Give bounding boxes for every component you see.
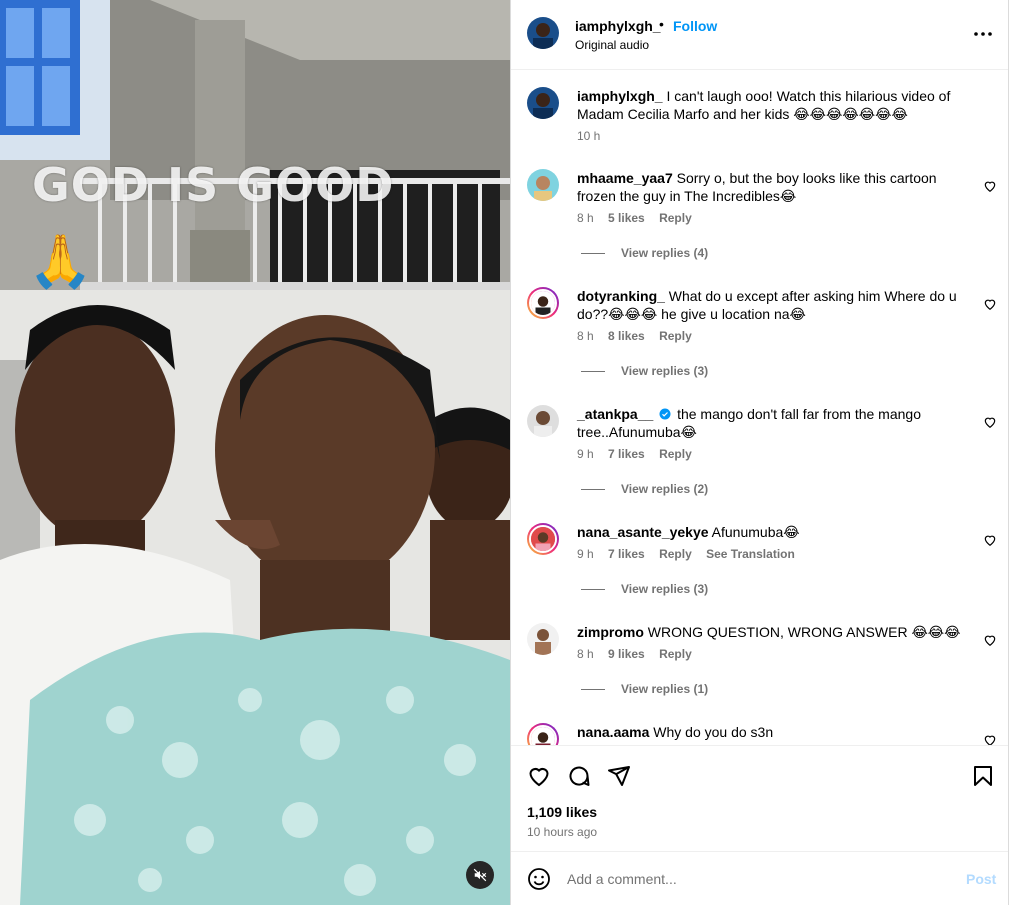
divider-line: [581, 488, 605, 490]
avatar[interactable]: [527, 405, 559, 437]
avatar[interactable]: [527, 87, 559, 119]
comments-list[interactable]: iamphylxgh_ I can't laugh ooo! Watch thi…: [511, 71, 1008, 745]
video-overlay-text: GOD IS GOOD: [32, 158, 395, 212]
follow-button[interactable]: Follow: [673, 18, 717, 34]
view-replies-button[interactable]: View replies (4): [581, 246, 708, 260]
smiley-icon[interactable]: [527, 867, 551, 891]
comment-meta: 8 h 8 likes Reply: [577, 329, 703, 343]
separator-dot: •: [659, 16, 664, 32]
comment-text: dotyranking_ What do u except after aski…: [577, 287, 962, 323]
reply-button[interactable]: Reply: [659, 447, 692, 461]
caption-username[interactable]: iamphylxgh_: [577, 88, 663, 104]
divider-line: [581, 688, 605, 690]
divider-line: [581, 252, 605, 254]
post-timestamp[interactable]: 10 hours ago: [527, 825, 597, 839]
more-horizontal-icon[interactable]: [971, 22, 995, 46]
comment-meta: 8 h 9 likes Reply: [577, 647, 703, 661]
divider-line: [581, 370, 605, 372]
caption-time: 10 h: [577, 129, 601, 143]
post-details-panel: iamphylxgh_ • Follow Original audio iamp…: [510, 0, 1009, 905]
comment-body: Why do you do s3n: [653, 724, 774, 740]
comment-body: WRONG QUESTION, WRONG ANSWER 😂😂😂: [647, 624, 961, 640]
mute-button[interactable]: [466, 861, 494, 889]
post-media[interactable]: GOD IS GOOD 🙏: [0, 0, 510, 905]
comment-username[interactable]: mhaame_yaa7: [577, 170, 673, 186]
comment-username[interactable]: _atankpa__: [577, 406, 653, 422]
view-replies-button[interactable]: View replies (2): [581, 482, 708, 496]
comment-meta: 9 h 7 likes Reply: [577, 447, 703, 461]
view-replies-label: View replies (1): [621, 682, 709, 696]
heart-icon[interactable]: [527, 764, 551, 788]
avatar-with-story-ring[interactable]: [527, 287, 559, 319]
post-actions: 1,109 likes 10 hours ago: [511, 745, 1008, 850]
view-replies-label: View replies (2): [621, 482, 709, 496]
view-replies-button[interactable]: View replies (3): [581, 364, 708, 378]
comment-meta: 9 h 7 likes Reply See Translation: [577, 547, 806, 561]
heart-icon[interactable]: [983, 533, 997, 547]
avatar-with-story-ring[interactable]: [527, 523, 559, 555]
heart-icon[interactable]: [983, 633, 997, 647]
comment-meta: 8 h 5 likes Reply: [577, 211, 703, 225]
comment-username[interactable]: nana_asante_yekye: [577, 524, 709, 540]
comment-likes[interactable]: 9 likes: [608, 647, 645, 661]
comment-icon[interactable]: [567, 764, 591, 788]
comment-text: mhaame_yaa7 Sorry o, but the boy looks l…: [577, 169, 962, 205]
comment-likes[interactable]: 5 likes: [608, 211, 645, 225]
reply-button[interactable]: Reply: [659, 547, 692, 561]
comment-text: _atankpa__ the mango don't fall far from…: [577, 405, 962, 441]
share-icon[interactable]: [607, 764, 631, 788]
comment-time: 8 h: [577, 647, 594, 661]
speaker-muted-icon: [473, 868, 487, 882]
divider-line: [581, 588, 605, 590]
view-replies-button[interactable]: View replies (1): [581, 682, 708, 696]
view-replies-button[interactable]: View replies (3): [581, 582, 708, 596]
comment-time: 9 h: [577, 547, 594, 561]
comment-likes[interactable]: 8 likes: [608, 329, 645, 343]
view-replies-label: View replies (4): [621, 246, 709, 260]
heart-icon[interactable]: [983, 733, 997, 745]
comment-username[interactable]: dotyranking_: [577, 288, 665, 304]
comment-time: 8 h: [577, 329, 594, 343]
comment-text: nana_asante_yekye Afunumuba😂: [577, 523, 962, 541]
likes-count[interactable]: 1,109 likes: [527, 804, 597, 820]
praying-hands-emoji: 🙏: [28, 233, 93, 291]
audio-link[interactable]: Original audio: [575, 38, 649, 52]
comment-input[interactable]: [567, 866, 947, 892]
comment-text: zimpromo WRONG QUESTION, WRONG ANSWER 😂😂…: [577, 623, 962, 641]
view-replies-label: View replies (3): [621, 582, 709, 596]
video-frame: [0, 0, 510, 905]
add-comment-bar: Post: [511, 851, 1008, 905]
avatar[interactable]: [527, 623, 559, 655]
see-translation-button[interactable]: See Translation: [706, 547, 795, 561]
heart-icon[interactable]: [983, 415, 997, 429]
comment-text: nana.aama Why do you do s3n: [577, 723, 962, 741]
avatar[interactable]: [527, 169, 559, 201]
comment-body: Afunumuba😂: [711, 524, 800, 540]
post-header: iamphylxgh_ • Follow Original audio: [511, 0, 1008, 70]
reply-button[interactable]: Reply: [659, 647, 692, 661]
comment-likes[interactable]: 7 likes: [608, 547, 645, 561]
avatar[interactable]: [527, 17, 559, 49]
caption-meta: 10 h: [577, 129, 611, 143]
view-replies-label: View replies (3): [621, 364, 709, 378]
comment-time: 9 h: [577, 447, 594, 461]
author-username[interactable]: iamphylxgh_: [575, 18, 661, 34]
caption-text: iamphylxgh_ I can't laugh ooo! Watch thi…: [577, 87, 962, 123]
heart-icon[interactable]: [983, 179, 997, 193]
verified-badge-icon: [659, 408, 671, 420]
comment-likes[interactable]: 7 likes: [608, 447, 645, 461]
comment-username[interactable]: zimpromo: [577, 624, 644, 640]
reply-button[interactable]: Reply: [659, 211, 692, 225]
comment-time: 8 h: [577, 211, 594, 225]
reply-button[interactable]: Reply: [659, 329, 692, 343]
post-button[interactable]: Post: [966, 871, 996, 887]
comment-username[interactable]: nana.aama: [577, 724, 649, 740]
avatar-with-story-ring[interactable]: [527, 723, 559, 745]
bookmark-icon[interactable]: [971, 764, 995, 788]
heart-icon[interactable]: [983, 297, 997, 311]
